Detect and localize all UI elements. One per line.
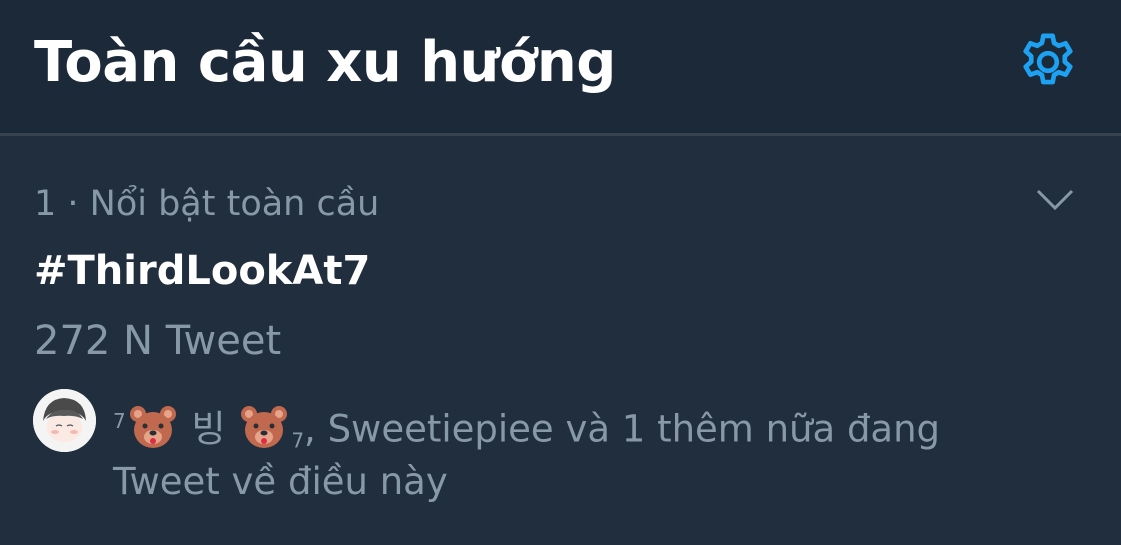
chevron-down-icon[interactable]: [1035, 187, 1075, 213]
trend-hashtag[interactable]: #ThirdLookAt7: [34, 248, 370, 294]
social-context-line2: Tweet về điều này: [113, 460, 448, 503]
tweet-count: 272 N Tweet: [34, 318, 282, 364]
bear-face-icon: [129, 406, 176, 449]
trends-header: Toàn cầu xu hướng: [0, 0, 1121, 136]
avatar[interactable]: [33, 389, 96, 452]
trend-item[interactable]: 1 · Nổi bật toàn cầu #ThirdLookAt7 272 N…: [0, 136, 1121, 545]
social-user-name: 빙: [191, 407, 226, 451]
bear-face-icon: [241, 406, 288, 449]
social-context-rest: , Sweetiepiee và 1 thêm nữa đang: [304, 407, 941, 451]
social-context: 7 빙 7, Sweetiepiee và 1 thêm nữa đang: [113, 397, 940, 465]
gear-icon[interactable]: [1014, 29, 1082, 95]
social-superscript: 7: [113, 409, 126, 433]
social-subscript: 7: [291, 428, 305, 453]
trend-context: 1 · Nổi bật toàn cầu: [34, 184, 380, 224]
page-title: Toàn cầu xu hướng: [34, 30, 616, 95]
